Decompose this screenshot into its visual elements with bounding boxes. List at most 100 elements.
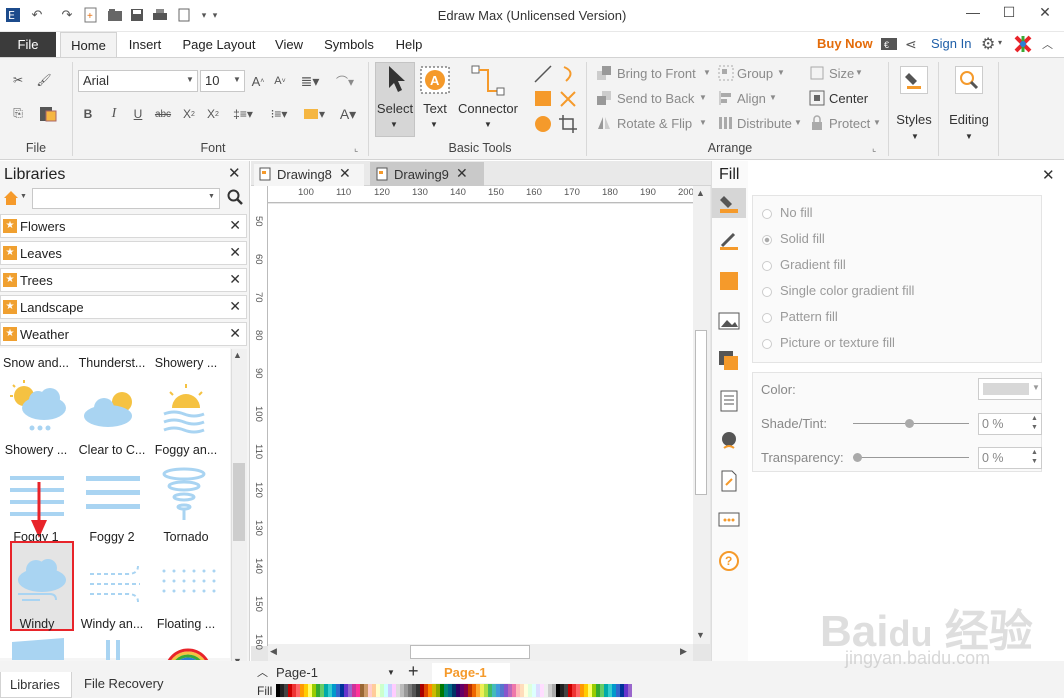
paragraph-spacing-icon[interactable]: ‡≡▾ <box>228 104 258 124</box>
close-icon[interactable]: ✕ <box>229 298 241 315</box>
grow-font-icon[interactable]: A ˄ <box>250 70 266 92</box>
library-scroll-thumb[interactable] <box>233 463 245 541</box>
shrink-font-icon[interactable]: A ˅ <box>272 70 288 92</box>
superscript-icon[interactable]: X2 <box>204 104 222 124</box>
image-icon[interactable] <box>712 306 746 336</box>
settings-icon[interactable]: ⚙ <box>981 34 995 54</box>
rotate-flip-icon[interactable] <box>596 115 612 131</box>
share-icon[interactable]: ⋖ <box>905 36 917 53</box>
styles-button[interactable]: Styles <box>894 112 934 127</box>
crop-tool-icon[interactable] <box>558 114 578 134</box>
chevron-down-icon[interactable]: ▾ <box>998 38 1002 47</box>
font-color-icon[interactable]: A▾ <box>334 104 362 124</box>
tab-view[interactable]: View <box>268 32 310 57</box>
maximize-icon[interactable]: ☐ <box>994 4 1024 24</box>
line-tool-icon[interactable] <box>533 64 553 84</box>
single-color-gradient-radio[interactable]: Single color gradient fill <box>762 283 914 298</box>
color-palette[interactable] <box>276 684 632 697</box>
home-icon[interactable] <box>2 189 22 207</box>
connector-label[interactable]: Connector <box>455 101 521 116</box>
bring-to-front-icon[interactable] <box>596 65 612 81</box>
scroll-up-icon[interactable]: ▲ <box>696 188 705 198</box>
tab-help[interactable]: Help <box>388 32 430 57</box>
windy-and-more-shape[interactable] <box>88 562 144 603</box>
font-dialog-icon[interactable]: ⌞ <box>354 143 358 154</box>
search-icon[interactable] <box>227 189 243 209</box>
page-select[interactable]: Page-1 <box>276 664 398 682</box>
no-fill-radio[interactable]: No fill <box>762 205 813 220</box>
floating-shape[interactable] <box>158 566 218 596</box>
foggy-and-sunny-shape[interactable] <box>156 378 218 434</box>
align-text-icon[interactable]: ≣▾ <box>298 70 322 92</box>
paste-icon[interactable] <box>34 103 62 123</box>
bring-to-front-button[interactable]: Bring to Front <box>617 66 696 81</box>
library-category-leaves[interactable]: ★ Leaves ✕ <box>0 241 247 265</box>
bullets-icon[interactable]: ⁝≡▾ <box>264 104 294 124</box>
picture-fill-radio[interactable]: Picture or texture fill <box>762 335 895 350</box>
hyperlink-icon[interactable] <box>712 426 746 456</box>
pattern-fill-radio[interactable]: Pattern fill <box>762 309 838 324</box>
layers-icon[interactable] <box>712 346 746 376</box>
font-name-select[interactable]: Arial <box>78 70 198 92</box>
buy-now-link[interactable]: Buy Now <box>817 36 873 51</box>
editing-button[interactable]: Editing <box>945 112 993 127</box>
close-icon[interactable]: ✕ <box>229 217 241 234</box>
protect-button[interactable]: Protect <box>829 116 870 131</box>
add-page-icon[interactable]: + <box>408 661 419 682</box>
windy-shape[interactable] <box>14 556 70 606</box>
attachment-icon[interactable] <box>712 466 746 496</box>
rectangle-tool-icon[interactable] <box>533 89 553 109</box>
connector-tool-icon[interactable] <box>470 64 506 98</box>
line-spacing-icon[interactable]: ⌒▾ <box>330 70 360 92</box>
transparency-slider-handle[interactable] <box>853 453 862 462</box>
shade-slider-handle[interactable] <box>905 419 914 428</box>
comment-icon[interactable] <box>712 506 746 536</box>
size-button[interactable]: Size <box>829 66 854 81</box>
center-icon[interactable] <box>809 90 825 106</box>
tab-symbols[interactable]: Symbols <box>318 32 380 57</box>
shadow-icon[interactable] <box>712 266 746 296</box>
sign-in-link[interactable]: Sign In <box>931 36 971 51</box>
scroll-left-icon[interactable]: ◀ <box>270 646 277 657</box>
close-icon[interactable]: ✕ <box>229 325 241 342</box>
gradient-fill-radio[interactable]: Gradient fill <box>762 257 846 272</box>
arrange-dialog-icon[interactable]: ⌞ <box>872 143 876 154</box>
close-icon[interactable]: ✕ <box>1030 4 1060 24</box>
distribute-icon[interactable] <box>718 115 734 131</box>
strikethrough-icon[interactable]: abc <box>154 104 172 124</box>
line-style-icon[interactable] <box>712 226 746 256</box>
library-category-flowers[interactable]: ★ Flowers ✕ <box>0 214 247 238</box>
apps-icon[interactable] <box>1014 35 1032 53</box>
format-painter-icon[interactable]: 🖌 <box>34 70 54 90</box>
italic-icon[interactable]: I <box>106 104 122 124</box>
rainbow-shape[interactable] <box>164 648 212 660</box>
size-icon[interactable] <box>809 65 825 81</box>
protect-icon[interactable] <box>809 115 825 131</box>
styles-icon[interactable] <box>900 66 928 94</box>
tab-page-layout[interactable]: Page Layout <box>176 32 262 57</box>
send-to-back-button[interactable]: Send to Back <box>617 91 694 106</box>
spinner-icon[interactable]: ▲ ▼ <box>1031 448 1038 466</box>
transparency-slider-track[interactable] <box>853 457 969 458</box>
send-to-back-icon[interactable] <box>596 90 612 106</box>
center-button[interactable]: Center <box>829 91 868 106</box>
ellipse-tool-icon[interactable] <box>533 114 553 134</box>
text-tool-label[interactable]: Text <box>418 101 452 116</box>
close-icon[interactable]: ✕ <box>229 244 241 261</box>
scroll-up-icon[interactable]: ▲ <box>233 350 242 360</box>
scissors-tool-icon[interactable] <box>558 89 578 109</box>
tab-insert[interactable]: Insert <box>120 32 170 57</box>
close-icon[interactable]: ✕ <box>339 165 351 182</box>
align-button[interactable]: Align <box>737 91 766 106</box>
subscript-icon[interactable]: X2 <box>180 104 198 124</box>
group-button[interactable]: Group <box>737 66 773 81</box>
scroll-right-icon[interactable]: ▶ <box>680 646 687 657</box>
pillar-shape[interactable] <box>100 640 130 660</box>
cut-icon[interactable]: ✂ <box>8 70 28 90</box>
canvas-vscroll-thumb[interactable] <box>695 330 707 495</box>
help-icon[interactable]: ? <box>712 546 746 576</box>
close-icon[interactable]: ✕ <box>229 271 241 288</box>
editing-icon[interactable] <box>955 66 983 94</box>
library-category-landscape[interactable]: ★ Landscape ✕ <box>0 295 247 319</box>
file-tab[interactable]: File <box>0 32 56 57</box>
